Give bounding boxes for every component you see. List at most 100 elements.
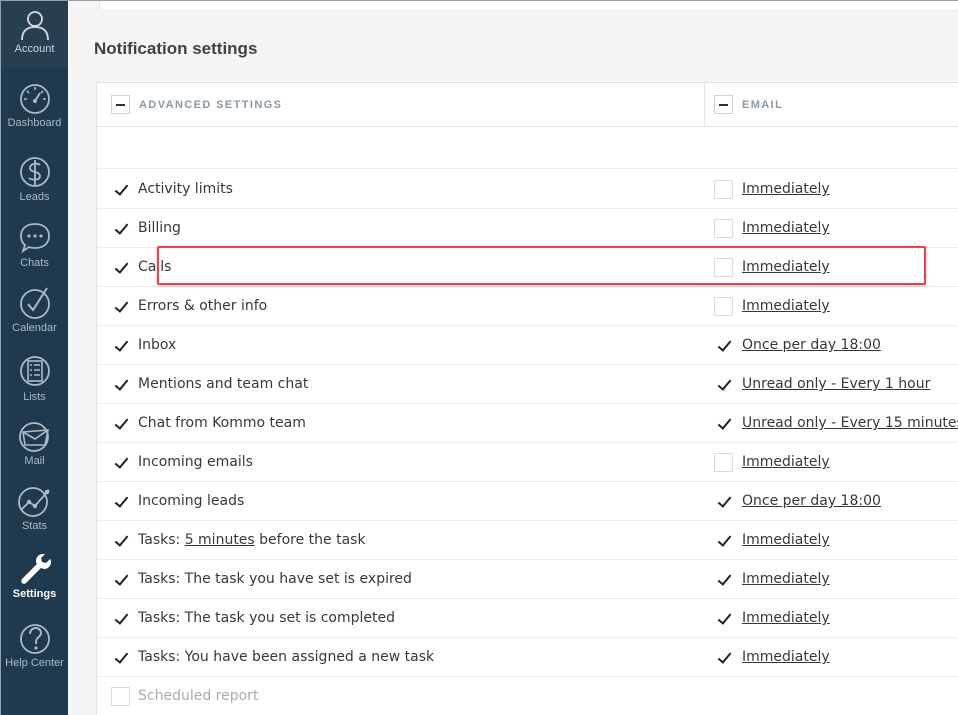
- email-checkbox[interactable]: [714, 219, 733, 238]
- email-frequency-link[interactable]: Once per day 18:00: [742, 493, 881, 509]
- sidebar-item-mail[interactable]: Mail: [1, 421, 68, 491]
- email-checkbox[interactable]: [714, 492, 733, 511]
- table-header: ADVANCED SETTINGS EMAIL: [97, 83, 958, 127]
- email-checkbox[interactable]: [714, 375, 733, 394]
- row-label-text: Scheduled report: [138, 688, 259, 704]
- row-label: Tasks: The task you have set is expired: [138, 571, 412, 587]
- email-checkbox[interactable]: [714, 336, 733, 355]
- row-enable-checkbox[interactable]: [111, 336, 130, 355]
- table-row: Incoming leads Once per day 18:00: [97, 482, 958, 521]
- row-enable-checkbox[interactable]: [111, 687, 130, 706]
- email-frequency-link[interactable]: Immediately: [742, 181, 830, 197]
- sidebar-item-account[interactable]: Account: [1, 1, 68, 68]
- email-frequency-link[interactable]: Immediately: [742, 649, 830, 665]
- header-divider: [704, 83, 705, 127]
- email-checkbox[interactable]: [714, 258, 733, 277]
- email-frequency-link[interactable]: Immediately: [742, 454, 830, 470]
- email-checkbox[interactable]: [714, 570, 733, 589]
- row-label: Chat from Kommo team: [138, 415, 306, 431]
- sidebar-nav: Account Dashboard Leads Chats Calendar L…: [1, 1, 68, 715]
- row-label-text: Activity limits: [138, 181, 233, 197]
- email-frequency-link[interactable]: Immediately: [742, 571, 830, 587]
- notification-settings-panel: ADVANCED SETTINGS EMAIL Activity limits I…: [96, 82, 958, 715]
- sidebar-item-calendar[interactable]: Calendar: [1, 286, 68, 356]
- email-checkbox[interactable]: [714, 531, 733, 550]
- row-label: Incoming leads: [138, 493, 244, 509]
- row-label-text: Tasks: The task you set is completed: [138, 610, 396, 626]
- sidebar-item-label: Stats: [21, 520, 48, 532]
- sidebar-item-label: Dashboard: [7, 117, 62, 129]
- email-checkbox[interactable]: [714, 609, 733, 628]
- chat-bubble-icon: [19, 223, 50, 254]
- row-label: Activity limits: [138, 181, 233, 197]
- email-checkbox[interactable]: [714, 648, 733, 667]
- email-frequency-link[interactable]: Immediately: [742, 220, 830, 236]
- table-row: Tasks: 5 minutes before the task Immediat…: [97, 521, 958, 560]
- row-enable-checkbox[interactable]: [111, 414, 130, 433]
- blank-row: [97, 127, 958, 169]
- email-frequency-link[interactable]: Immediately: [742, 532, 830, 548]
- row-enable-checkbox[interactable]: [111, 258, 130, 277]
- email-frequency-link[interactable]: Immediately: [742, 298, 830, 314]
- row-enable-checkbox[interactable]: [111, 648, 130, 667]
- email-frequency-link[interactable]: Immediately: [742, 259, 830, 275]
- row-label-text: Incoming leads: [138, 493, 245, 509]
- sidebar-item-leads[interactable]: Leads: [1, 151, 68, 221]
- email-checkbox[interactable]: [714, 297, 733, 316]
- row-enable-checkbox[interactable]: [111, 375, 130, 394]
- sidebar-item-chats[interactable]: Chats: [1, 221, 68, 291]
- sidebar-item-dashboard[interactable]: Dashboard: [1, 83, 68, 153]
- header-advanced-settings: ADVANCED SETTINGS: [139, 99, 283, 111]
- row-label: Billing: [138, 220, 181, 236]
- email-frequency-link[interactable]: Immediately: [742, 610, 830, 626]
- email-frequency-link[interactable]: Unread only - Every 1 hour: [742, 376, 930, 392]
- row-enable-checkbox[interactable]: [111, 180, 130, 199]
- collapse-advanced-settings-button[interactable]: [111, 95, 130, 114]
- row-label-text: Chat from Kommo team: [138, 415, 306, 431]
- row-enable-checkbox[interactable]: [111, 531, 130, 550]
- mail-icon: [18, 422, 49, 452]
- row-label-text: Tasks: The task you have set is expired: [138, 571, 412, 587]
- table-row: Mentions and team chat Unread only - Ever…: [97, 365, 958, 404]
- row-enable-checkbox[interactable]: [111, 492, 130, 511]
- page-title: Notification settings: [94, 39, 258, 58]
- sidebar-item-lists[interactable]: Lists: [1, 353, 68, 423]
- row-enable-checkbox[interactable]: [111, 609, 130, 628]
- row-label-text: Tasks:: [138, 532, 185, 548]
- row-enable-checkbox[interactable]: [111, 453, 130, 472]
- table-row: Calls Immediately: [97, 248, 958, 287]
- dollar-icon: [19, 157, 50, 187]
- table-row: Tasks: The task you have set is expired I…: [97, 560, 958, 599]
- row-label-text: Billing: [138, 220, 181, 236]
- row-label: Calls: [138, 259, 171, 275]
- email-checkbox[interactable]: [714, 180, 733, 199]
- row-label-text: Mentions and team chat: [138, 376, 309, 392]
- sidebar-item-label: Settings: [12, 588, 57, 600]
- table-row: Errors & other info Immediately: [97, 287, 958, 326]
- row-label-text: Tasks: You have been assigned a new task: [138, 649, 435, 665]
- sidebar-item-label: Mail: [24, 455, 45, 467]
- sidebar-item-stats[interactable]: Stats: [1, 486, 68, 556]
- row-label: Scheduled report: [138, 688, 258, 704]
- row-label: Tasks: The task you set is completed: [138, 610, 395, 626]
- row-label-text: Incoming emails: [138, 454, 253, 470]
- row-enable-checkbox[interactable]: [111, 570, 130, 589]
- row-label: Mentions and team chat: [138, 376, 308, 392]
- email-frequency-link[interactable]: Unread only - Every 15 minutes: [742, 415, 958, 431]
- row-enable-checkbox[interactable]: [111, 219, 130, 238]
- help-icon: [19, 624, 50, 654]
- sidebar-item-settings[interactable]: Settings: [1, 552, 68, 622]
- checkmark-circle-icon: [19, 287, 50, 319]
- collapse-email-button[interactable]: [714, 95, 733, 114]
- list-icon: [19, 356, 50, 386]
- row-enable-checkbox[interactable]: [111, 297, 130, 316]
- main-content: Notification settings ADVANCED SETTINGS …: [68, 1, 958, 715]
- top-panel-edge: [99, 1, 958, 9]
- table-row: Incoming emails Immediately: [97, 443, 958, 482]
- sidebar-item-label: Chats: [20, 257, 49, 269]
- email-checkbox[interactable]: [714, 414, 733, 433]
- email-frequency-link[interactable]: Once per day 18:00: [742, 337, 881, 353]
- sidebar-item-help-center[interactable]: Help Center: [1, 621, 68, 691]
- email-checkbox[interactable]: [714, 453, 733, 472]
- reminder-time-link[interactable]: 5 minutes: [185, 532, 255, 548]
